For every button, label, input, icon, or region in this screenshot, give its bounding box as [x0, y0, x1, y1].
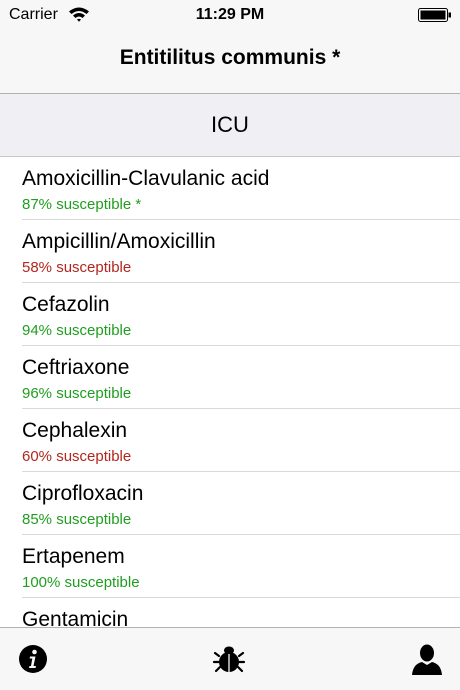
drug-row[interactable]: Ceftriaxone 96% susceptible [0, 346, 460, 409]
drug-name: Ampicillin/Amoxicillin [22, 230, 216, 253]
drug-row[interactable]: Ampicillin/Amoxicillin 58% susceptible [0, 220, 460, 283]
susceptibility-label: 85% susceptible [22, 511, 132, 528]
battery-icon [418, 8, 451, 22]
bug-icon[interactable] [212, 642, 246, 676]
drug-name: Ciprofloxacin [22, 482, 144, 505]
navigation-bar: Carrier 11:29 PM Entitilitus communis * [0, 0, 460, 94]
susceptibility-label: 60% susceptible [22, 448, 132, 465]
drug-name: Ceftriaxone [22, 356, 130, 379]
person-icon[interactable] [410, 642, 444, 676]
susceptibility-label: 58% susceptible [22, 259, 132, 276]
drug-name: Cephalexin [22, 419, 128, 442]
drug-row[interactable]: Amoxicillin-Clavulanic acid 87% suscepti… [0, 157, 460, 220]
page-title: Entitilitus communis * [119, 46, 341, 69]
info-icon[interactable] [16, 642, 50, 676]
status-time: 11:29 PM [195, 6, 265, 23]
drug-row[interactable]: Gentamicin [0, 598, 460, 627]
drug-name: Ertapenem [22, 545, 125, 568]
section-header: ICU [0, 94, 460, 157]
drug-row[interactable]: Ciprofloxacin 85% susceptible [0, 472, 460, 535]
drug-row[interactable]: Cefazolin 94% susceptible [0, 283, 460, 346]
susceptibility-label: 96% susceptible [22, 385, 132, 402]
status-bar: Carrier 11:29 PM [0, 0, 460, 30]
drug-row[interactable]: Ertapenem 100% susceptible [0, 535, 460, 598]
drug-name: Amoxicillin-Clavulanic acid [22, 167, 270, 190]
susceptibility-label: 94% susceptible [22, 322, 132, 339]
section-title: ICU [211, 112, 249, 137]
drug-row[interactable]: Cephalexin 60% susceptible [0, 409, 460, 472]
susceptibility-label: 100% susceptible [22, 574, 140, 591]
tab-bar [0, 627, 460, 690]
drug-name: Gentamicin [22, 608, 129, 627]
drug-list: Amoxicillin-Clavulanic acid 87% suscepti… [0, 157, 460, 627]
drug-name: Cefazolin [22, 293, 110, 316]
susceptibility-label: 87% susceptible * [22, 196, 142, 213]
